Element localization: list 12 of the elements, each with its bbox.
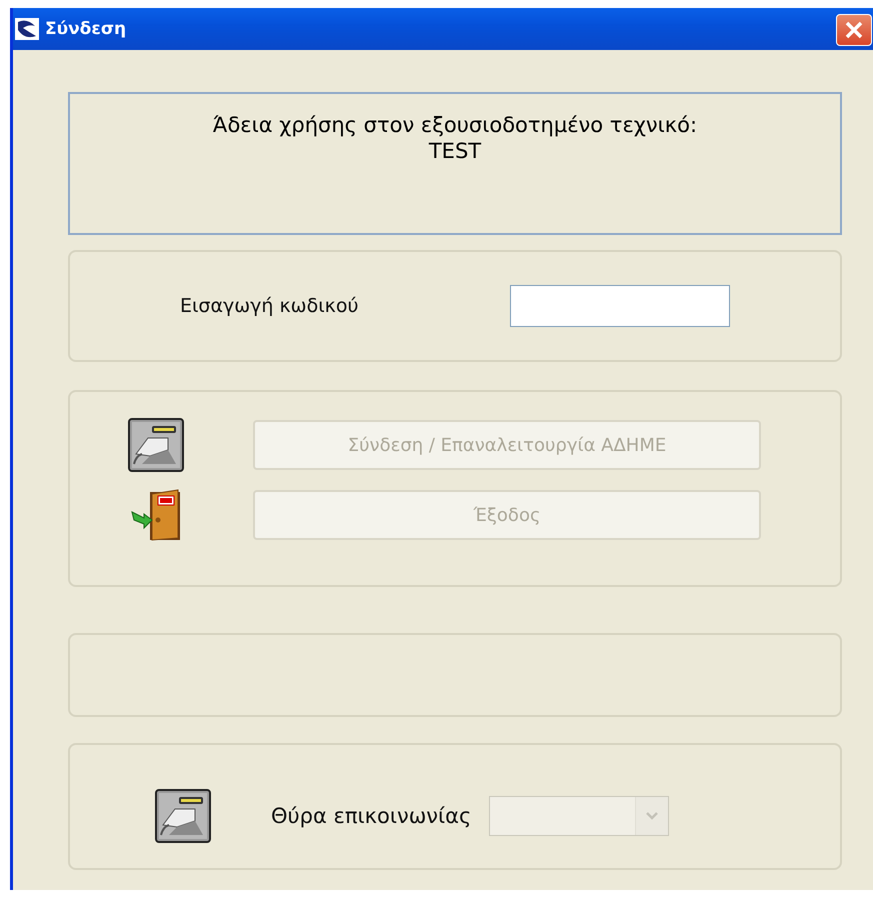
plug-icon xyxy=(155,788,211,842)
close-icon xyxy=(843,19,865,41)
app-icon xyxy=(15,18,39,40)
plug-icon xyxy=(128,418,184,472)
window-title: Σύνδεση xyxy=(45,19,126,39)
port-label: Θύρα επικοινωνίας xyxy=(271,804,472,828)
technician-name: TEST xyxy=(428,138,482,164)
password-field[interactable] xyxy=(510,285,730,327)
password-label: Εισαγωγή κωδικού xyxy=(180,295,360,317)
chevron-down-icon xyxy=(645,810,660,820)
close-button[interactable] xyxy=(836,14,872,46)
license-text: Άδεια χρήσης στον εξουσιοδοτημένο τεχνικό: xyxy=(212,112,698,138)
